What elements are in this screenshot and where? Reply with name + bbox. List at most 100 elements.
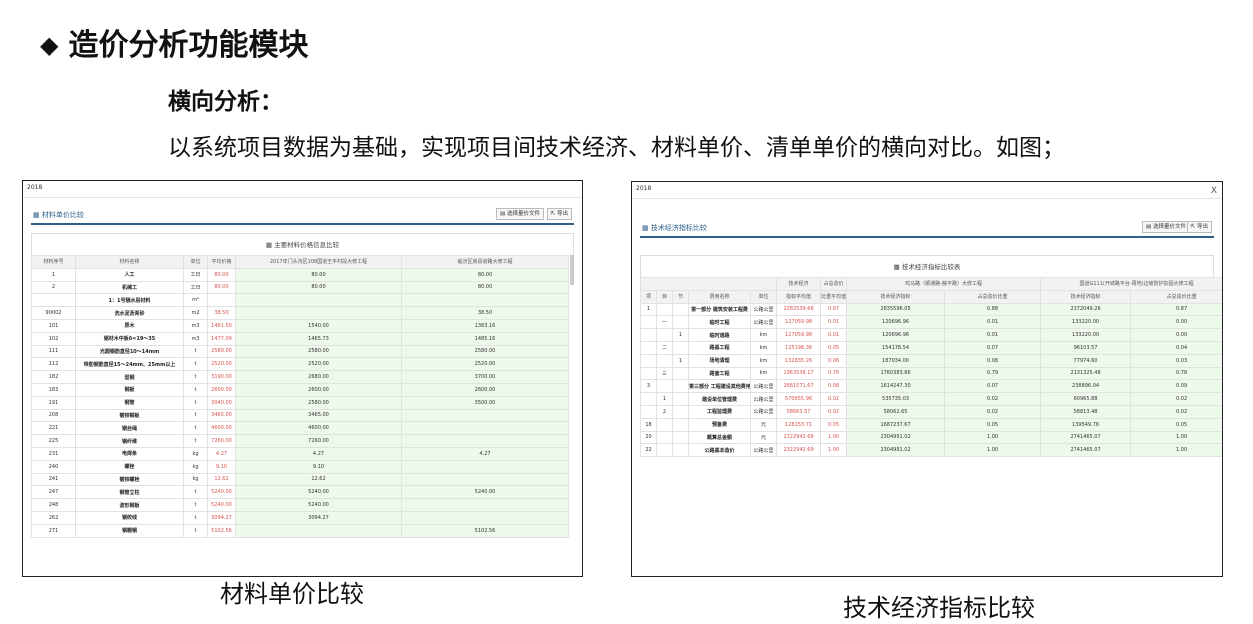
table-row[interactable]: 22 公路基本造价 公路公里 2322942.69 1.00 2304991.02 1.00… xyxy=(640,443,1222,458)
table-cell: 元 xyxy=(749,430,778,445)
table-cell: 0.04 xyxy=(1130,340,1222,355)
table-row[interactable]: 3 第三部分 工程建设其他费用 公路公里 2661571.67 0.08 1614247.… xyxy=(640,379,1222,394)
column-header: 目 xyxy=(656,289,673,304)
column-header: 单位 xyxy=(183,255,208,269)
table-cell: 2 xyxy=(656,404,673,419)
select-file-button[interactable]: ▤ 选择量价文件 xyxy=(1142,221,1190,233)
table-row[interactable]: 208 镀锌钢板 t 3465.00 3465.00 xyxy=(31,408,569,423)
table-cell: 2282539.66 xyxy=(776,302,822,317)
table-row[interactable]: 248 波形钢板 t 5240.00 5240.00 xyxy=(31,498,569,512)
table-cell xyxy=(207,293,236,308)
table-cell: 0.08 xyxy=(820,379,848,394)
table-cell: t xyxy=(183,408,208,423)
table-row[interactable]: 1 第一部分 建筑安装工程费 公路公里 2282539.66 0.87 2835596.0… xyxy=(640,302,1222,317)
table-row[interactable]: 112 带肋钢筋直径15～24mm、25mm以上 t 2520.00 2520.00 25… xyxy=(31,357,569,372)
select-file-button[interactable]: ▤ 选择量价文件 xyxy=(496,208,544,220)
table-row[interactable]: 262 钢绞线 t 3094.27 3094.27 xyxy=(31,510,569,525)
table-cell: 0.07 xyxy=(944,340,1042,355)
table-cell: 1.00 xyxy=(820,430,848,445)
table-row[interactable]: 三路面工程 km 1963538.17 0.78 1760383.86 0.79 21313… xyxy=(640,366,1222,381)
table-cell xyxy=(672,430,689,445)
table-cell: 2304991.02 xyxy=(846,430,946,445)
table-cell: 132835.26 xyxy=(776,353,822,368)
table-cell: 2741465.07 xyxy=(1040,443,1132,458)
table-row[interactable]: 二路基工程 km 125198.36 0.05 154178.54 0.07 96103.5… xyxy=(640,340,1222,355)
table-row[interactable]: 247 钢管立柱 t 5240.00 5240.00 5240.00 xyxy=(31,485,569,500)
export-label: 导出 xyxy=(1196,224,1208,230)
table-cell: 0.78 xyxy=(820,366,848,381)
table-row[interactable]: 18 预备费元 128153.71 0.05 1687237.67 0.05 139549.… xyxy=(640,417,1222,432)
table-row[interactable]: 221 钢丝绳 t 4600.00 4600.00 xyxy=(31,421,569,436)
table-row[interactable]: 102 锯材木中板δ=19～35 m3 1477.09 1465.73 1485.16 xyxy=(31,331,569,346)
table-cell: 1465.73 xyxy=(235,331,402,346)
table-row[interactable]: 2 工程监理费 公路公里 58663.57 0.02 58062.65 0.02 58813.… xyxy=(640,404,1222,419)
table-cell: 0.79 xyxy=(944,366,1042,381)
table-row[interactable]: 191 钢管 t 3040.00 2580.00 3500.00 xyxy=(31,395,569,410)
table-row[interactable]: 240 螺栓 kg 9.10 9.10 xyxy=(31,459,569,474)
table-cell: 3465.00 xyxy=(235,408,402,423)
table-cell: 22 xyxy=(640,443,657,458)
material-price-table: 材料序号 材料名称 单位 平均价格 2017年门头沟区108国道王平村段大修工程 临汾区房… xyxy=(31,255,569,538)
table-cell: 2580.00 xyxy=(235,344,402,359)
table-cell: 螺栓 xyxy=(75,459,184,474)
table-cell xyxy=(656,430,673,445)
table-cell: 570655.96 xyxy=(776,392,822,406)
table-cell: 1.00 xyxy=(820,443,848,458)
table-cell xyxy=(672,417,689,432)
table-cell: 0.00 xyxy=(1130,328,1222,342)
table-cell: 镀锌钢板 xyxy=(75,408,184,423)
table-cell: 场地清理 xyxy=(688,353,751,368)
table-cell xyxy=(401,408,569,423)
table-row[interactable]: 183 钢板 t 2600.00 2600.00 2600.00 xyxy=(31,382,569,397)
table-cell: 0.01 xyxy=(944,328,1042,342)
panel-title: ▦ 技术经济指标比较 xyxy=(642,224,707,232)
table-cell: 三 xyxy=(656,366,673,381)
table-cell: 231 xyxy=(31,446,76,461)
table-cell: 262 xyxy=(31,510,76,525)
table-cell: 1461.50 xyxy=(207,318,236,333)
table-cell: t xyxy=(183,510,208,525)
table-row[interactable]: 1 人工 工日 80.00 80.00 80.00 xyxy=(31,267,569,282)
table-row[interactable]: 90002 洗水泥沥青砂 m2 38.50 38.50 xyxy=(31,306,569,320)
table-cell xyxy=(401,510,569,525)
table-cell: 101 xyxy=(31,318,76,333)
table-row[interactable]: 271 钢棚钢 t 5102.56 5102.56 xyxy=(31,523,569,538)
table-cell: 公路公里 xyxy=(749,443,778,458)
table-row[interactable]: 1 场地清理 km 132835.26 0.06 187034.00 0.08 77974.6… xyxy=(640,353,1222,368)
table-cell: kg xyxy=(183,446,208,461)
scrollbar-thumb[interactable] xyxy=(570,255,574,285)
table-cell: 0.02 xyxy=(820,392,848,406)
table-row[interactable]: 241 镀锌螺栓 kg 12.62 12.62 xyxy=(31,472,569,487)
table-cell xyxy=(640,340,657,355)
table-cell: 2322942.69 xyxy=(776,443,822,458)
column-header: 2017年门头沟区108国道王平村段大修工程 xyxy=(235,255,402,269)
column-header: 占总造价比重 xyxy=(1130,289,1222,304)
table-row[interactable]: 182 型钢 t 3190.00 2680.00 3700.00 xyxy=(31,370,569,384)
table-cell: 第一部分 建筑安装工程费 xyxy=(688,302,751,317)
table-cell: 1.00 xyxy=(1130,430,1222,445)
table-row[interactable]: 20 概算总金额元 2322942.69 1.00 2304991.02 1.00 2741… xyxy=(640,430,1222,445)
table-row[interactable]: 1：1号隔水层材料 m³ xyxy=(31,293,569,308)
table-cell: 3040.00 xyxy=(207,395,236,410)
close-icon[interactable]: X xyxy=(1211,186,1217,196)
table-row[interactable]: 101 原木 m3 1461.50 1540.00 1383.16 xyxy=(31,318,569,333)
table-row[interactable]: 1 建设单位管理费 公路公里 570655.96 0.02 535735.03 0.02 60… xyxy=(640,392,1222,406)
table-cell xyxy=(656,443,673,458)
table-row[interactable]: 231 电焊条 kg 4.27 4.27 4.27 xyxy=(31,446,569,461)
table-row[interactable]: 一临时工程 公路公里 127059.98 0.01 120696.96 0.01 13322… xyxy=(640,315,1222,330)
table-cell: 工日 xyxy=(183,267,208,282)
table-row[interactable]: 2 机械工 工日 80.00 80.00 80.00 xyxy=(31,280,569,295)
table-cell: 临时道路 xyxy=(688,328,751,342)
table-row[interactable]: 1 临时道路 km 127059.98 0.01 120696.96 0.01 133220.… xyxy=(640,328,1222,342)
table-cell: t xyxy=(183,523,208,538)
table-cell xyxy=(640,366,657,381)
table-cell: t xyxy=(183,344,208,359)
table-cell: 0.02 xyxy=(1130,392,1222,406)
table-cell: 247 xyxy=(31,485,76,500)
export-button[interactable]: ⇱ 导出 xyxy=(546,208,572,220)
table-cell: 2131325.48 xyxy=(1040,366,1132,381)
export-button[interactable]: ⇱ 导出 xyxy=(1186,221,1212,233)
table-row[interactable]: 225 钢纤维 t 7260.00 7260.00 xyxy=(31,434,569,448)
table-row[interactable]: 111 光圆钢筋直径10～14mm t 2580.00 2580.00 2580.00 xyxy=(31,344,569,359)
table-cell: 102 xyxy=(31,331,76,346)
